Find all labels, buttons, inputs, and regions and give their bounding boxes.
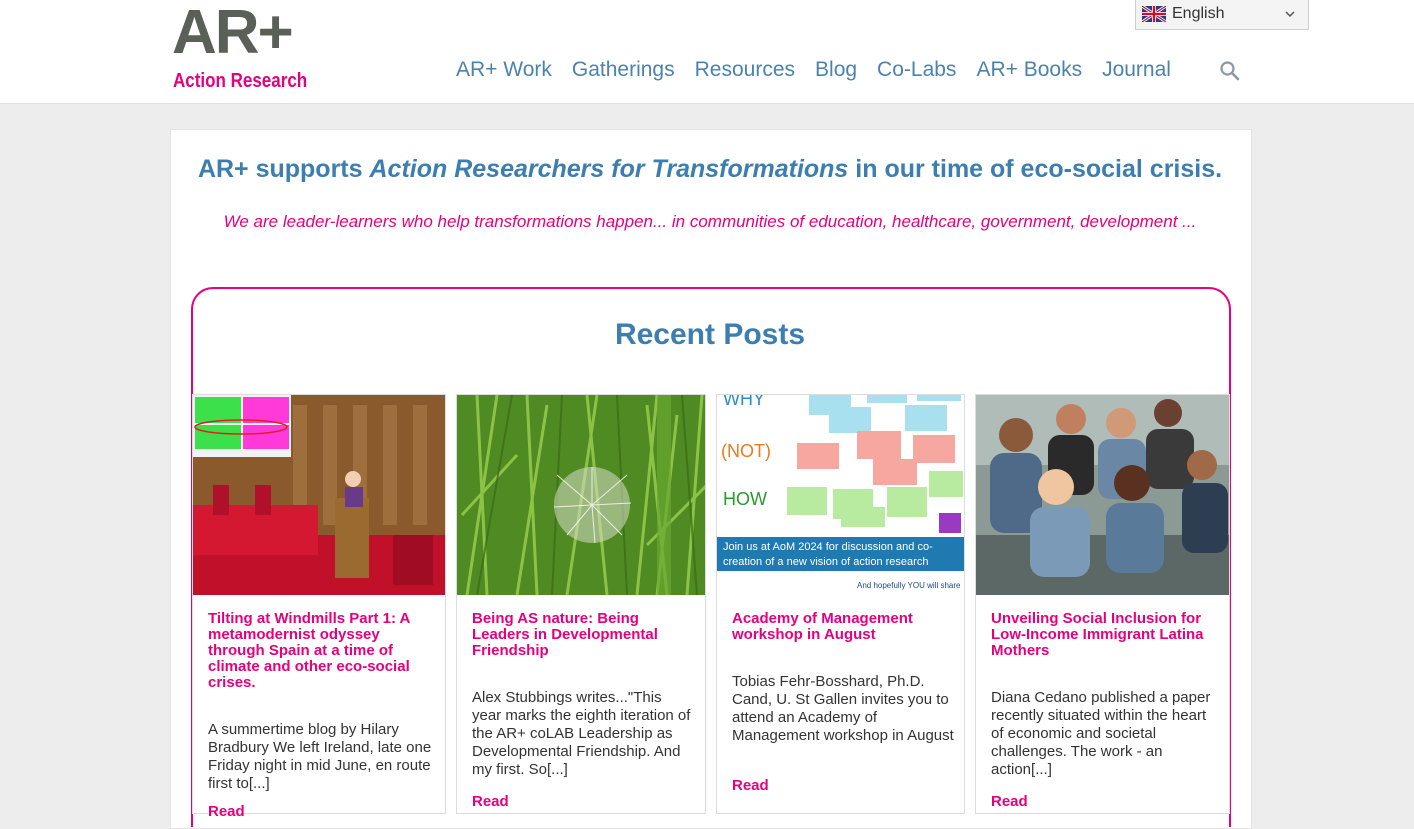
site-logo[interactable]: AR+ Action Research: [172, 2, 322, 94]
image-footer: And hopefully YOU will share: [857, 581, 961, 590]
read-more-link[interactable]: Read: [472, 793, 509, 810]
chevron-down-icon: [1285, 11, 1295, 18]
post-card[interactable]: WHY (NOT) HOW Join us at AoM 2024 for di…: [716, 394, 965, 814]
workshop-banner: Join us at AoM 2024 for discussion and c…: [717, 537, 964, 571]
post-card[interactable]: Unveiling Social Inclusion for Low-Incom…: [975, 394, 1230, 814]
language-label: English: [1172, 5, 1225, 22]
post-card[interactable]: Being AS nature: Being Leaders in Develo…: [456, 394, 706, 814]
recent-posts-title: Recent Posts: [614, 318, 806, 351]
search-icon[interactable]: [1219, 60, 1241, 82]
logo-subtitle: Action Research: [173, 70, 308, 92]
post-title[interactable]: Tilting at Windmills Part 1: A metamoder…: [208, 611, 432, 691]
post-excerpt: Diana Cedano published a paper recently …: [991, 689, 1211, 778]
post-thumbnail-aom-workshop[interactable]: WHY (NOT) HOW Join us at AoM 2024 for di…: [717, 395, 964, 595]
read-more-link[interactable]: Read: [732, 777, 769, 794]
uk-flag-icon: [1142, 6, 1166, 22]
logo-mark: AR+: [172, 0, 294, 67]
site-header: AR+ Action Research English AR+ Work Gat…: [0, 0, 1414, 104]
language-selector[interactable]: English: [1135, 0, 1309, 30]
read-more-link[interactable]: Read: [208, 803, 245, 820]
post-title[interactable]: Unveiling Social Inclusion for Low-Incom…: [991, 611, 1217, 659]
nav-item-co-labs[interactable]: Co-Labs: [867, 58, 966, 82]
hero-headline: AR+ supports Action Researchers for Tran…: [197, 155, 1223, 183]
post-excerpt: Alex Stubbings writes..."This year marks…: [472, 689, 691, 778]
post-thumbnail-dandelion[interactable]: [457, 395, 705, 595]
hero-subline: We are leader-learners who help transfor…: [223, 212, 1197, 231]
nav-item-journal[interactable]: Journal: [1092, 58, 1181, 82]
post-thumbnail-women-group[interactable]: [976, 395, 1229, 595]
post-title[interactable]: Academy of Management workshop in August: [732, 611, 952, 643]
nav-item-ar-books[interactable]: AR+ Books: [966, 58, 1092, 82]
post-thumbnail-conference[interactable]: [193, 395, 445, 595]
nav-item-ar-work[interactable]: AR+ Work: [446, 58, 562, 82]
post-title[interactable]: Being AS nature: Being Leaders in Develo…: [472, 611, 692, 659]
post-excerpt: A summertime blog by Hilary Bradbury We …: [208, 721, 432, 792]
nav-item-gatherings[interactable]: Gatherings: [562, 58, 685, 82]
main-nav: AR+ Work Gatherings Resources Blog Co-La…: [446, 58, 1181, 82]
sticky-notes-graphic: [787, 395, 963, 533]
post-card[interactable]: Tilting at Windmills Part 1: A metamoder…: [192, 394, 446, 820]
post-excerpt: Tobias Fehr-Bosshard, Ph.D. Cand, U. St …: [732, 673, 954, 744]
read-more-link[interactable]: Read: [991, 793, 1028, 810]
nav-item-blog[interactable]: Blog: [805, 58, 867, 82]
nav-item-resources[interactable]: Resources: [685, 58, 805, 82]
